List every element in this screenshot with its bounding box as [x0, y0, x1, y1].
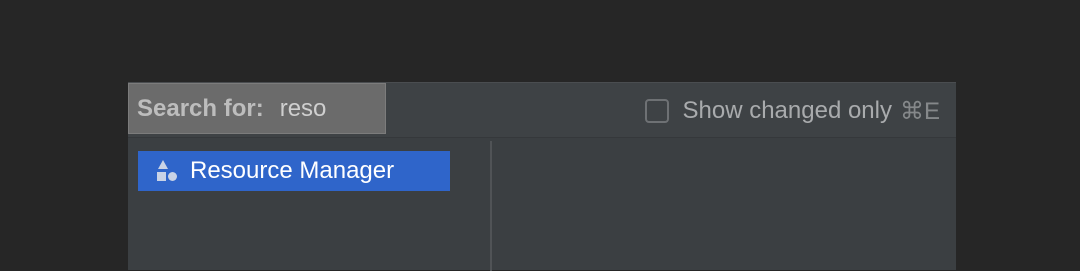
show-changed-only-toggle[interactable]: Show changed only ⌘E [644, 96, 940, 126]
list-item-label: Resource Manager [190, 157, 395, 184]
search-query-text[interactable]: reso [280, 95, 327, 123]
results-list: Resource Manager [128, 139, 490, 271]
settings-search-popup: Search for: reso Show changed only ⌘E Re… [128, 82, 956, 271]
search-field[interactable]: Search for: reso [128, 83, 386, 134]
popup-header: Search for: reso Show changed only ⌘E [128, 83, 956, 138]
show-changed-shortcut: ⌘E [899, 97, 940, 125]
resource-manager-icon [154, 158, 180, 184]
show-changed-checkbox[interactable] [644, 99, 669, 123]
pane-divider[interactable] [490, 141, 492, 271]
list-item-resource-manager[interactable]: Resource Manager [138, 151, 450, 191]
search-label: Search for: [137, 94, 264, 122]
show-changed-label[interactable]: Show changed only [683, 97, 892, 125]
